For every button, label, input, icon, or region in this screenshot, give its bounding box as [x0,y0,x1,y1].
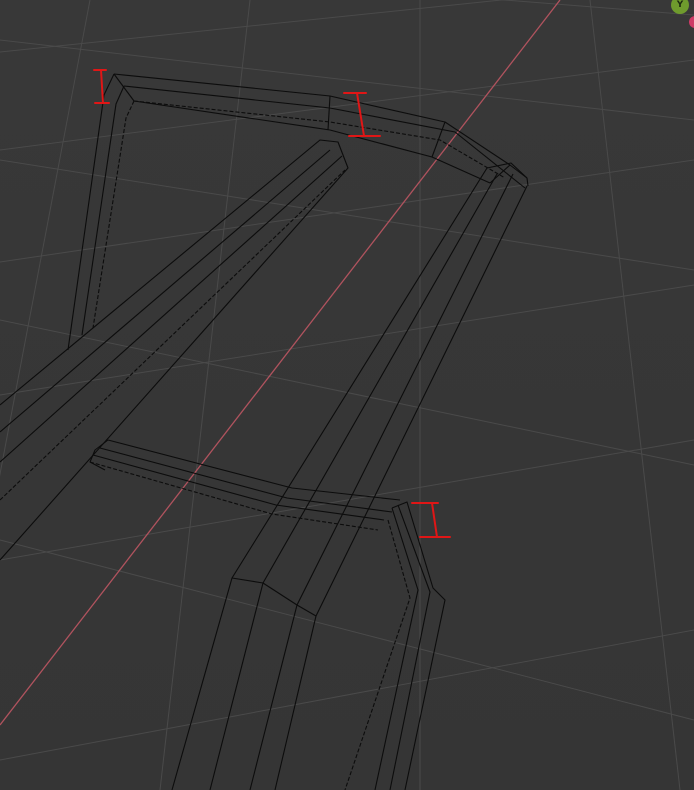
3d-viewport[interactable]: Y [0,0,694,790]
viewport-background [0,0,694,790]
gizmo-y-label: Y [676,0,684,10]
gizmo-z-axis-icon[interactable] [689,16,694,28]
viewport-scene [0,0,694,790]
